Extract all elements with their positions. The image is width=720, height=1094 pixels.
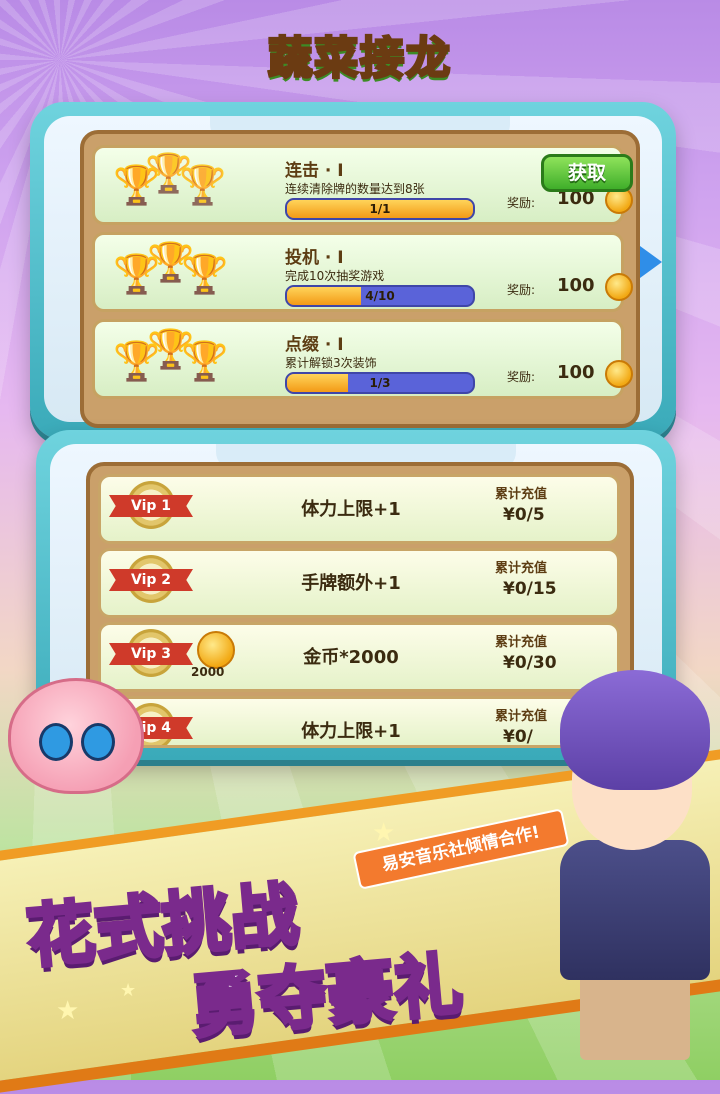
- vip-perk: 手牌额外+1: [301, 573, 401, 594]
- vip-badge: Vip 3: [109, 629, 193, 677]
- reward-value: 100: [557, 275, 595, 296]
- reward-label: 奖励:: [507, 370, 536, 384]
- mascot-character: [8, 678, 144, 794]
- achievement-progress-bar: 1/3: [285, 372, 475, 394]
- coin-icon: [605, 273, 633, 301]
- achievement-title: 连击 · I: [285, 161, 344, 181]
- reward-label: 奖励:: [507, 196, 536, 210]
- star-icon: ★: [56, 996, 80, 1026]
- trophy-icon: 🏆: [179, 163, 227, 207]
- vip-perk: 体力上限+1: [301, 499, 401, 520]
- reward-label: 奖励:: [507, 283, 536, 297]
- next-page-arrow-icon[interactable]: [640, 246, 662, 278]
- achievement-desc: 累计解锁3次装饰: [285, 356, 377, 370]
- reward-value: 100: [557, 362, 595, 383]
- boy-character: [520, 670, 720, 1070]
- vip-badge: Vip 2: [109, 555, 193, 603]
- achievement-row: 🏆 🏆 🏆 点缀 · I 累计解锁3次装饰 1/3 奖励: 100: [92, 319, 633, 399]
- vip-row: Vip 1 体力上限+1 累计充值 ¥0/5: [98, 474, 620, 544]
- coin-amount: 2000: [191, 665, 225, 679]
- vip-cumulative-label: 累计充值: [495, 487, 548, 502]
- achievement-desc: 完成10次抽奖游戏: [285, 269, 385, 283]
- claim-button[interactable]: 获取: [541, 154, 633, 192]
- vip-cumulative-label: 累计充值: [495, 561, 548, 576]
- achievement-row: 🏆 🏆 🏆 连击 · I 连续清除牌的数量达到8张 1/1 奖励: 100 获取: [92, 145, 633, 225]
- vip-row: Vip 2 手牌额外+1 累计充值 ¥0/15: [98, 548, 620, 618]
- vip-progress: ¥0/5: [503, 505, 545, 525]
- vip-cumulative-label: 累计充值: [495, 635, 548, 650]
- vip-badge: Vip 1: [109, 481, 193, 529]
- vip-perk: 金币*2000: [303, 647, 399, 668]
- trophy-icon: 🏆: [181, 339, 229, 383]
- achievement-progress-bar: 4/10: [285, 285, 475, 307]
- achievement-title: 投机 · I: [285, 248, 344, 268]
- game-logo: 蔬菜接龙: [267, 32, 452, 86]
- achievement-progress-bar: 1/1: [285, 198, 475, 220]
- star-icon: ★: [120, 980, 137, 1001]
- achievement-row: 🏆 🏆 🏆 投机 · I 完成10次抽奖游戏 4/10 奖励: 100: [92, 232, 633, 312]
- trophy-icon: 🏆: [181, 252, 229, 296]
- coin-icon: [605, 360, 633, 388]
- vip-progress: ¥0/15: [503, 579, 557, 599]
- achievement-desc: 连续清除牌的数量达到8张: [285, 182, 425, 196]
- vip-perk: 体力上限+1: [301, 721, 401, 742]
- achievement-title: 点缀 · I: [285, 335, 344, 355]
